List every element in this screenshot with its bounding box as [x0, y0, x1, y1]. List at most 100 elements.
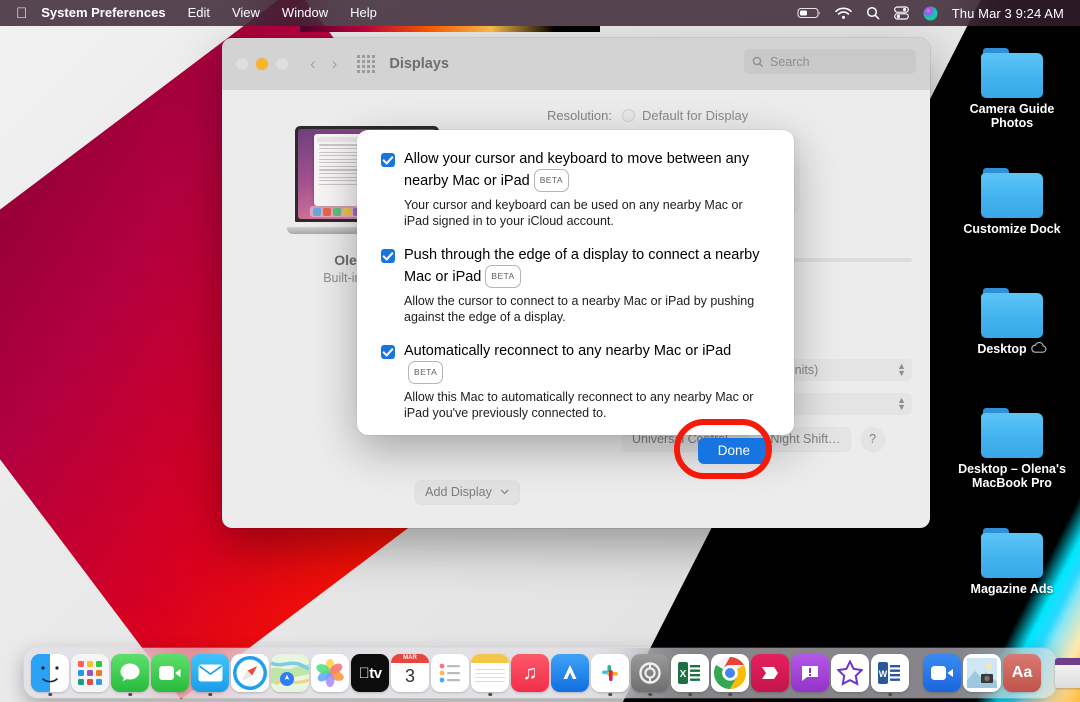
- folder-icon: [981, 288, 1043, 338]
- desktop-icon-label: Desktop – Olena's MacBook Pro: [956, 462, 1068, 490]
- zoom-video-icon: [923, 654, 961, 692]
- chevron-down-icon: [500, 489, 509, 495]
- option-push-through-edge[interactable]: Push through the edge of a display to co…: [381, 246, 770, 325]
- dock-item-calendar[interactable]: MAR 3: [391, 652, 429, 694]
- folder-icon: [981, 48, 1043, 98]
- beta-badge: BETA: [408, 361, 443, 384]
- dock-item-system-preferences[interactable]: [631, 652, 669, 694]
- checkbox-auto-reconnect[interactable]: [381, 345, 395, 359]
- stepper-icon[interactable]: ▲▼: [897, 397, 906, 411]
- help-button[interactable]: ?: [861, 427, 885, 451]
- option-allow-cursor-keyboard[interactable]: Allow your cursor and keyboard to move b…: [381, 150, 770, 229]
- gear-icon: [631, 654, 669, 692]
- option-description: Allow the cursor to connect to a nearby …: [404, 293, 770, 325]
- dock[interactable]: tv MAR 3 ♫: [24, 648, 1056, 698]
- notes-icon: [471, 654, 509, 692]
- running-indicator: [688, 693, 692, 697]
- chrome-icon: [711, 654, 749, 692]
- resolution-option-label[interactable]: Default for Display: [642, 108, 748, 123]
- search-icon[interactable]: [866, 6, 880, 20]
- dock-item-maps[interactable]: [271, 652, 309, 694]
- battery-icon[interactable]: [797, 7, 821, 19]
- menu-bar[interactable]:  System Preferences Edit View Window He…: [0, 0, 1080, 26]
- forward-button[interactable]: ›: [332, 54, 338, 74]
- desktop-icon-desktop-olenas-macbook-pro[interactable]: Desktop – Olena's MacBook Pro: [956, 408, 1068, 490]
- menu-item-window[interactable]: Window: [271, 0, 339, 26]
- add-display-label: Add Display: [425, 485, 492, 499]
- running-indicator: [128, 693, 132, 697]
- checkbox-allow-cursor-keyboard[interactable]: [381, 153, 395, 167]
- chat-bubble-icon: [791, 654, 829, 692]
- dock-item-slack[interactable]: [591, 652, 629, 694]
- wifi-icon[interactable]: [835, 7, 852, 20]
- dock-item-facetime[interactable]: [151, 652, 189, 694]
- window-thumbnail: [1055, 658, 1080, 688]
- menu-item-edit[interactable]: Edit: [177, 0, 221, 26]
- dock-item-music[interactable]: ♫: [511, 652, 549, 694]
- running-indicator: [488, 693, 492, 697]
- dock-item-app-store[interactable]: [551, 652, 589, 694]
- desktop-icon-magazine-ads[interactable]: Magazine Ads: [956, 528, 1068, 596]
- checkbox-push-through-edge[interactable]: [381, 249, 395, 263]
- launchpad-icon: [71, 654, 109, 692]
- folder-icon: [981, 528, 1043, 578]
- dock-item-setapp[interactable]: [751, 652, 789, 694]
- option-title: Push through the edge of a display to co…: [404, 247, 760, 285]
- universal-control-sheet[interactable]: Allow your cursor and keyboard to move b…: [357, 130, 794, 435]
- stepper-icon[interactable]: ▲▼: [897, 363, 906, 377]
- resolution-row: Resolution: Default for Display: [512, 108, 912, 123]
- dock-item-notes[interactable]: [471, 652, 509, 694]
- search-input[interactable]: Search: [770, 55, 810, 69]
- mail-icon: [191, 654, 229, 692]
- siri-icon[interactable]: [923, 6, 938, 21]
- dock-item-apple-tv[interactable]: tv: [351, 652, 389, 694]
- desktop-icon-label: Customize Dock: [963, 222, 1060, 236]
- dock-item-excel[interactable]: X: [671, 652, 709, 694]
- search-icon: [752, 56, 764, 68]
- star-icon: [831, 654, 869, 692]
- close-button[interactable]: [236, 58, 248, 70]
- minimize-button[interactable]: [256, 58, 268, 70]
- dock-item-podcasts[interactable]: [791, 652, 829, 694]
- dock-item-chrome[interactable]: [711, 652, 749, 694]
- window-titlebar[interactable]: ‹ › Displays Search: [222, 38, 930, 90]
- dock-item-preview[interactable]: [963, 652, 1001, 694]
- menubar-clock[interactable]: Thu Mar 3 9:24 AM: [952, 6, 1064, 21]
- running-indicator: [48, 693, 52, 697]
- control-center-icon[interactable]: [894, 6, 909, 20]
- option-auto-reconnect[interactable]: Automatically reconnect to any nearby Ma…: [381, 342, 770, 421]
- dock-minimized-window-1[interactable]: [1055, 652, 1080, 694]
- add-display-button[interactable]: Add Display: [415, 480, 519, 504]
- zoom-button[interactable]: [276, 58, 288, 70]
- running-indicator: [208, 693, 212, 697]
- show-all-grid-icon[interactable]: [357, 55, 375, 73]
- beta-badge: BETA: [534, 169, 569, 192]
- dock-item-dictionary[interactable]: Aa: [1003, 652, 1041, 694]
- dock-item-reminders[interactable]: [431, 652, 469, 694]
- resolution-radio[interactable]: [622, 109, 635, 122]
- dock-item-finder[interactable]: [31, 652, 69, 694]
- dock-item-zoom[interactable]: [923, 652, 961, 694]
- running-indicator: [648, 693, 652, 697]
- dock-item-safari[interactable]: [231, 652, 269, 694]
- dock-item-launchpad[interactable]: [71, 652, 109, 694]
- dock-item-photos[interactable]: [311, 652, 349, 694]
- apple-menu-icon[interactable]: : [0, 6, 41, 21]
- desktop-icon-camera-guide-photos[interactable]: Camera Guide Photos: [956, 48, 1068, 130]
- desktop-icon-label: Magazine Ads: [971, 582, 1054, 596]
- dock-item-imovie[interactable]: [831, 652, 869, 694]
- menu-item-help[interactable]: Help: [339, 0, 388, 26]
- dock-item-messages[interactable]: [111, 652, 149, 694]
- dock-item-word[interactable]: W: [871, 652, 909, 694]
- search-field[interactable]: Search: [744, 49, 916, 74]
- dock-item-mail[interactable]: [191, 652, 229, 694]
- calendar-icon: MAR 3: [391, 654, 429, 692]
- menu-item-system-preferences[interactable]: System Preferences: [41, 0, 176, 26]
- back-button[interactable]: ‹: [310, 54, 316, 74]
- menu-item-view[interactable]: View: [221, 0, 271, 26]
- desktop-icon-customize-dock[interactable]: Customize Dock: [956, 168, 1068, 236]
- photos-icon: [311, 654, 349, 692]
- desktop-icon-desktop[interactable]: Desktop: [956, 288, 1068, 356]
- running-indicator: [608, 693, 612, 697]
- done-button[interactable]: Done: [698, 438, 770, 464]
